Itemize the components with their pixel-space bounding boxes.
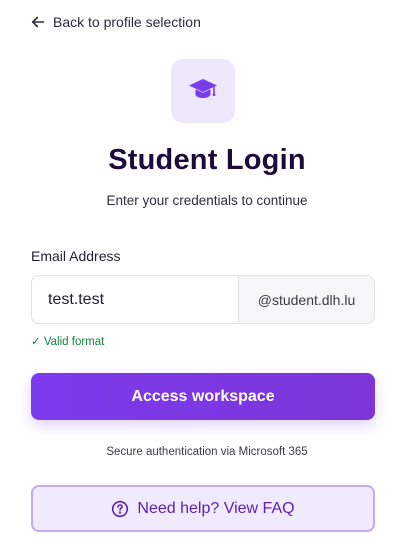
email-label: Email Address [31,248,121,264]
access-workspace-button[interactable]: Access workspace [31,373,375,420]
help-faq-button[interactable]: Need help? View FAQ [31,485,375,532]
question-circle-icon [111,500,129,518]
email-input-group: @student.dlh.lu [31,275,375,324]
page-subtitle: Enter your credentials to continue [106,193,308,208]
help-button-label: Need help? View FAQ [137,499,295,517]
logo-tile [171,59,235,123]
arrow-left-icon [31,15,45,29]
email-domain-suffix: @student.dlh.lu [238,276,374,323]
email-input[interactable] [32,276,238,323]
page-title: Student Login [108,144,306,176]
back-link-label: Back to profile selection [53,14,201,30]
secure-auth-note: Secure authentication via Microsoft 365 [106,446,308,458]
graduation-cap-icon [188,77,218,106]
validation-message: ✓ Valid format [31,336,105,348]
back-to-profile-link[interactable]: Back to profile selection [31,14,201,30]
